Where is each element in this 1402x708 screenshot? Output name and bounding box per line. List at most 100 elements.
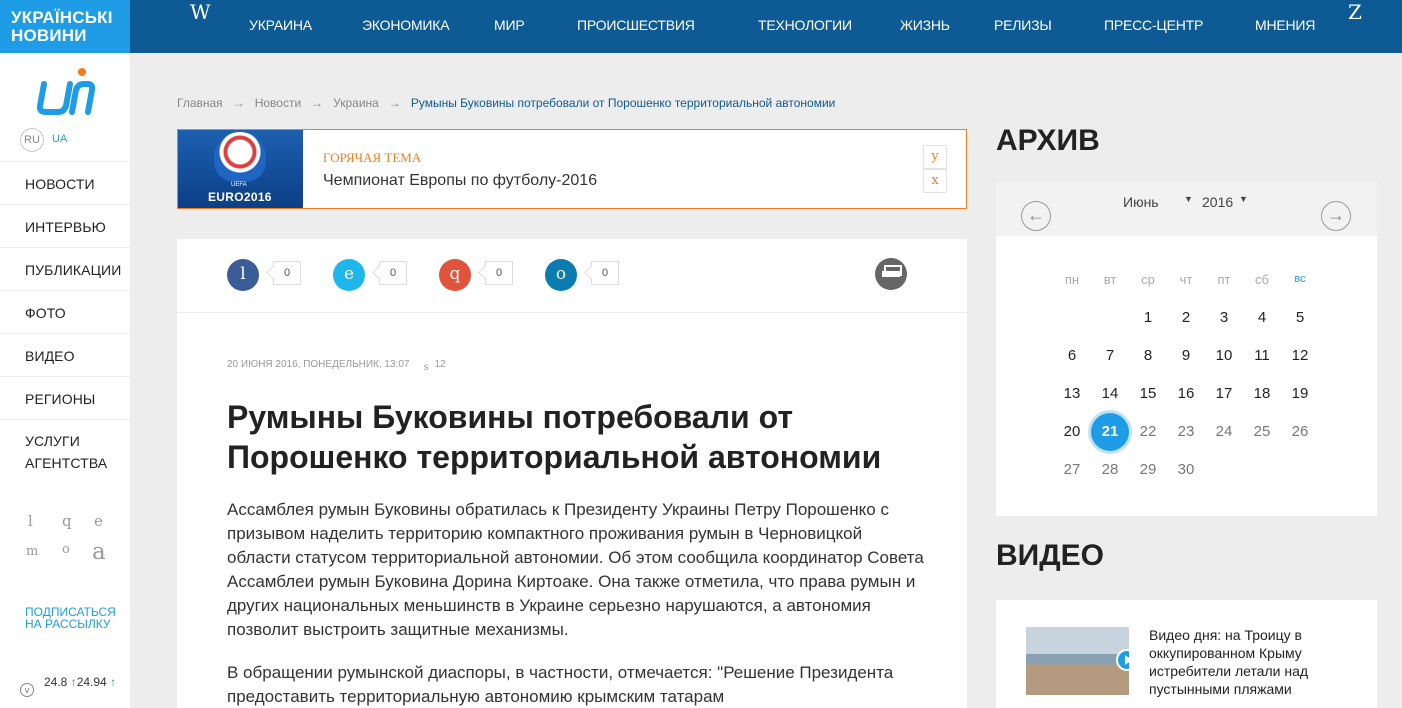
calendar-day[interactable]: 17 bbox=[1205, 375, 1243, 413]
site-logo[interactable] bbox=[36, 66, 96, 118]
sidebar-item-video[interactable]: ВИДЕО bbox=[0, 333, 130, 376]
video-card[interactable]: Видео дня: на Троицу в оккупированном Кр… bbox=[996, 600, 1377, 708]
calendar-day[interactable]: 13 bbox=[1053, 375, 1091, 413]
instagram-icon[interactable]: a bbox=[92, 539, 106, 565]
calendar-day[interactable]: 26 bbox=[1281, 413, 1319, 451]
hot-topic-collapse-icon[interactable]: y bbox=[923, 145, 947, 169]
calendar-day[interactable]: 14 bbox=[1091, 375, 1129, 413]
brand-line-2: НОВИНИ bbox=[11, 26, 87, 45]
calendar-day[interactable]: 30 bbox=[1167, 451, 1205, 489]
calendar-day[interactable]: 6 bbox=[1053, 337, 1091, 375]
rss-icon[interactable]: o bbox=[62, 542, 70, 557]
breadcrumb-section[interactable]: Украина bbox=[333, 96, 379, 110]
calendar-day[interactable]: 29 bbox=[1129, 451, 1167, 489]
calendar-day[interactable]: 15 bbox=[1129, 375, 1167, 413]
nav-opinions[interactable]: МНЕНИЯ bbox=[1255, 17, 1315, 33]
nav-ukraine[interactable]: УКРАИНА bbox=[249, 17, 312, 33]
linkedin-share-icon[interactable]: o bbox=[545, 259, 577, 291]
calendar-prev-arrow-icon[interactable]: ← bbox=[1021, 201, 1051, 231]
nav-releases[interactable]: РЕЛИЗЫ bbox=[994, 17, 1052, 33]
calendar-day[interactable]: 1 bbox=[1129, 299, 1167, 337]
calendar-header: ← Июнь ▼ 2016 ▼ → bbox=[996, 182, 1377, 236]
calendar-day[interactable]: 27 bbox=[1053, 451, 1091, 489]
breadcrumb-news[interactable]: Новости bbox=[255, 96, 301, 110]
article-paragraph: В обращении румынской диаспоры, в частно… bbox=[227, 663, 894, 706]
hot-topic-title[interactable]: Чемпионат Европы по футболу-2016 bbox=[323, 172, 597, 190]
calendar-day[interactable]: 20 bbox=[1053, 413, 1091, 451]
twitter-share-icon[interactable]: e bbox=[333, 259, 365, 291]
rate-value-1: 24.8 bbox=[44, 675, 68, 689]
calendar-day[interactable]: 11 bbox=[1243, 337, 1281, 375]
nav-press-center[interactable]: ПРЕСС-ЦЕНТР bbox=[1104, 17, 1203, 33]
calendar-day[interactable]: 7 bbox=[1091, 337, 1129, 375]
subscribe-link[interactable]: ПОДПИСАТЬСЯ НА РАССЫЛКУ bbox=[25, 606, 116, 630]
video-title[interactable]: Видео дня: на Троицу в оккупированном Кр… bbox=[1149, 626, 1349, 698]
calendar-day[interactable]: 2 bbox=[1167, 299, 1205, 337]
google-plus-share-icon[interactable]: q bbox=[439, 259, 471, 291]
nav-life[interactable]: ЖИЗНЬ bbox=[900, 17, 950, 33]
sidebar-item-photo[interactable]: ФОТО bbox=[0, 290, 130, 333]
calendar-day[interactable]: 24 bbox=[1205, 413, 1243, 451]
calendar-day[interactable]: 5 bbox=[1281, 299, 1319, 337]
breadcrumb-current[interactable]: Румыны Буковины потребовали от Порошенко… bbox=[411, 96, 836, 110]
calendar-day[interactable]: 3 bbox=[1205, 299, 1243, 337]
calendar-year-select[interactable]: 2016 bbox=[1202, 194, 1233, 210]
archive-heading: АРХИВ bbox=[996, 124, 1100, 157]
calendar-day-selected[interactable]: 21 bbox=[1091, 413, 1129, 451]
article-card: l 0 e 0 q 0 o 0 20 ИЮНЯ 2016, ПОНЕДЕЛЬНИ… bbox=[177, 239, 967, 708]
sidebar-item-publications[interactable]: ПУБЛИКАЦИИ bbox=[0, 247, 130, 290]
euro-trophy-icon bbox=[214, 132, 266, 182]
sidebar-item-regions[interactable]: РЕГИОНЫ bbox=[0, 376, 130, 419]
play-icon[interactable] bbox=[1116, 649, 1129, 671]
calendar-day[interactable]: 23 bbox=[1167, 413, 1205, 451]
nav-technology[interactable]: ТЕХНОЛОГИИ bbox=[758, 17, 852, 33]
breadcrumb-arrow-icon: → bbox=[388, 96, 401, 110]
lang-ua-button[interactable]: UA bbox=[52, 133, 67, 145]
hot-topic-banner[interactable]: UEFA EURO2016 ГОРЯЧАЯ ТЕМА Чемпионат Евр… bbox=[177, 129, 967, 209]
breadcrumb-arrow-icon: → bbox=[311, 96, 324, 110]
twitter-icon[interactable]: e bbox=[94, 512, 103, 530]
month-caret-icon[interactable]: ▼ bbox=[1184, 194, 1193, 204]
brand-logo[interactable]: УКРАЇНСЬКІ НОВИНИ bbox=[0, 0, 130, 53]
uefa-text: UEFA bbox=[231, 182, 247, 188]
calendar-month-select[interactable]: Июнь bbox=[1123, 194, 1159, 210]
sidebar-item-interview[interactable]: ИНТЕРВЬЮ bbox=[0, 204, 130, 247]
nav-world[interactable]: МИР bbox=[494, 17, 525, 33]
calendar-day[interactable]: 8 bbox=[1129, 337, 1167, 375]
sidebar-item-news[interactable]: НОВОСТИ bbox=[0, 161, 130, 204]
menu-toggle-icon[interactable]: W bbox=[190, 0, 211, 24]
calendar-day[interactable]: 12 bbox=[1281, 337, 1319, 375]
google-plus-icon[interactable]: q bbox=[62, 512, 72, 530]
calendar-day[interactable]: 4 bbox=[1243, 299, 1281, 337]
calendar-day[interactable]: 10 bbox=[1205, 337, 1243, 375]
currency-icon[interactable]: v bbox=[20, 683, 34, 697]
nav-incidents[interactable]: ПРОИСШЕСТВИЯ bbox=[577, 17, 695, 33]
calendar-day[interactable]: 22 bbox=[1129, 413, 1167, 451]
calendar-day[interactable]: 9 bbox=[1167, 337, 1205, 375]
youtube-icon[interactable]: m bbox=[26, 544, 38, 559]
google-plus-share-count: 0 bbox=[485, 261, 513, 285]
breadcrumb-home[interactable]: Главная bbox=[177, 96, 223, 110]
breadcrumb: Главная → Новости → Украина → Румыны Буковины … bbox=[177, 96, 835, 110]
views-icon: s bbox=[423, 362, 429, 373]
sidebar-item-agency-services[interactable]: УСЛУГИ АГЕНТСТВА bbox=[0, 419, 130, 482]
hot-topic-close-icon[interactable]: x bbox=[923, 169, 947, 193]
calendar-day[interactable]: 25 bbox=[1243, 413, 1281, 451]
facebook-share-icon[interactable]: l bbox=[227, 259, 259, 291]
facebook-icon[interactable]: l bbox=[28, 512, 33, 530]
calendar-day[interactable]: 19 bbox=[1281, 375, 1319, 413]
calendar-day[interactable]: 28 bbox=[1091, 451, 1129, 489]
calendar-day[interactable]: 16 bbox=[1167, 375, 1205, 413]
lang-ru-button[interactable]: RU bbox=[20, 128, 44, 152]
euro2016-image: UEFA EURO2016 bbox=[178, 130, 303, 208]
weekday-label: пн bbox=[1064, 272, 1080, 287]
year-caret-icon[interactable]: ▼ bbox=[1239, 194, 1248, 204]
article-views: 12 bbox=[434, 359, 446, 370]
calendar-next-arrow-icon[interactable]: → bbox=[1321, 201, 1351, 231]
video-thumbnail[interactable] bbox=[1026, 627, 1129, 695]
nav-economy[interactable]: ЭКОНОМИКА bbox=[362, 17, 450, 33]
video-heading: ВИДЕО bbox=[996, 539, 1104, 572]
search-icon[interactable]: Z bbox=[1348, 0, 1362, 24]
print-icon[interactable] bbox=[875, 258, 907, 290]
calendar-day[interactable]: 18 bbox=[1243, 375, 1281, 413]
